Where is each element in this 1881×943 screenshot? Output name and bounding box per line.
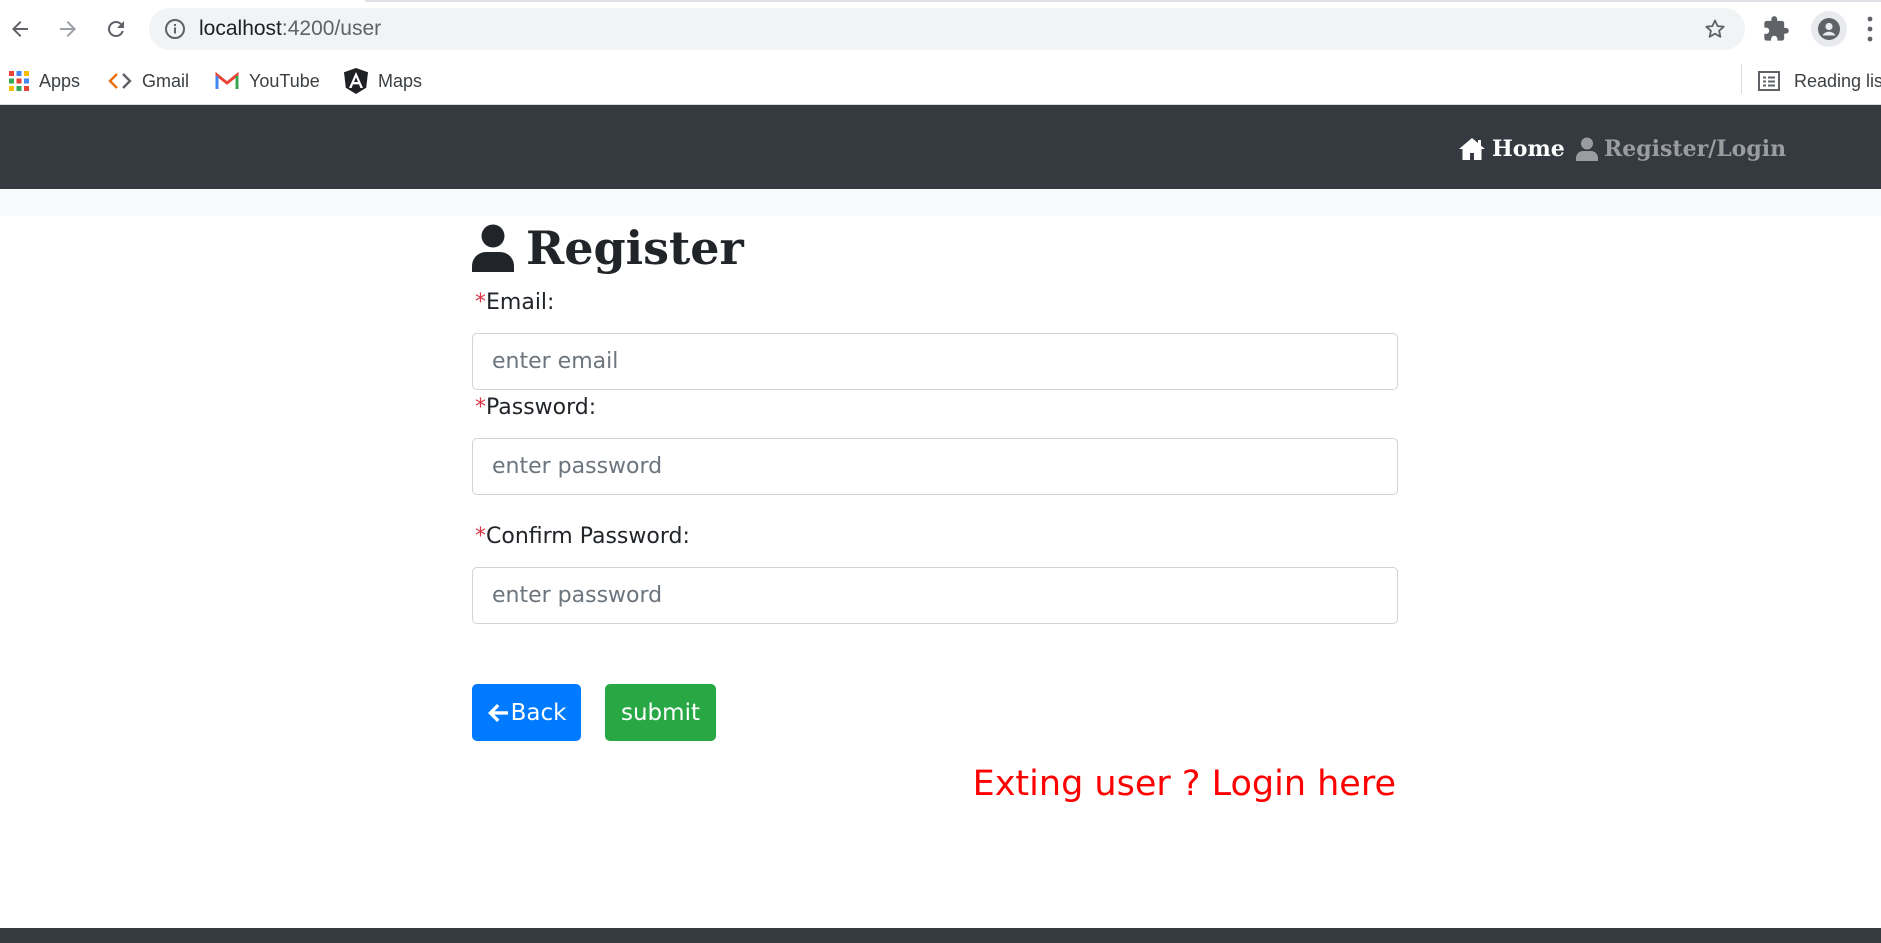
code-brackets-icon <box>108 73 132 89</box>
required-marker: * <box>475 524 486 549</box>
nav-home-link[interactable]: Home <box>1458 134 1565 164</box>
app-navbar: Home Register/Login <box>0 105 1881 189</box>
page-title-text: Register <box>526 221 744 275</box>
home-icon <box>1459 138 1485 160</box>
reading-list-label: Reading list <box>1794 70 1881 91</box>
bookmark-label: Gmail <box>142 70 190 91</box>
bookmark-star-icon[interactable] <box>1703 17 1727 41</box>
password-field[interactable] <box>472 438 1398 495</box>
bookmarks-divider <box>1741 64 1742 94</box>
bookmark-maps[interactable]: Maps <box>344 66 422 96</box>
url-text: localhost:4200/user <box>199 17 381 41</box>
content-top-strip <box>0 189 1881 216</box>
email-field[interactable] <box>472 333 1398 390</box>
nav-home-label: Home <box>1492 136 1565 162</box>
submit-button[interactable]: submit <box>605 684 716 741</box>
bookmark-youtube[interactable]: YouTube <box>215 66 320 96</box>
tab-strip-edge <box>365 0 1881 2</box>
arrow-left-icon <box>487 703 508 722</box>
back-button[interactable]: Back <box>472 684 581 741</box>
password-label: *Password: <box>475 395 596 420</box>
url-host: localhost <box>199 17 282 40</box>
page-title: Register <box>472 220 744 276</box>
confirm-password-field[interactable] <box>472 567 1398 624</box>
bookmark-label: YouTube <box>249 70 320 91</box>
angular-icon <box>344 68 368 94</box>
bookmark-gmail[interactable]: Gmail <box>108 66 189 96</box>
email-label: *Email: <box>475 290 554 315</box>
footer <box>0 928 1881 943</box>
reading-list-button[interactable]: Reading list <box>1758 66 1881 96</box>
confirm-password-label-text: Confirm Password: <box>486 524 690 549</box>
profile-avatar-icon[interactable] <box>1811 11 1847 47</box>
apps-grid-icon <box>9 71 29 91</box>
bookmarks-bar: Apps Gmail YouTube Maps Reading list <box>0 58 1881 105</box>
confirm-password-label: *Confirm Password: <box>475 524 690 549</box>
required-marker: * <box>475 395 486 420</box>
user-icon <box>472 224 514 272</box>
site-info-icon[interactable] <box>163 17 187 41</box>
forward-arrow-icon[interactable] <box>52 13 84 45</box>
back-button-label: Back <box>510 699 567 726</box>
url-path: :4200/user <box>281 17 382 40</box>
address-bar[interactable]: localhost:4200/user <box>149 8 1745 50</box>
required-marker: * <box>475 290 486 315</box>
bookmark-label: Apps <box>39 70 81 91</box>
back-arrow-icon[interactable] <box>4 13 36 45</box>
browser-toolbar: localhost:4200/user <box>0 0 1881 58</box>
nav-register-login-label: Register/Login <box>1604 136 1787 162</box>
bookmark-apps[interactable]: Apps <box>9 66 80 96</box>
extensions-puzzle-icon[interactable] <box>1762 15 1790 43</box>
bookmark-label: Maps <box>378 70 423 91</box>
reload-icon[interactable] <box>100 13 132 45</box>
nav-register-login-link[interactable]: Register/Login <box>1576 134 1786 164</box>
browser-menu-icon[interactable] <box>1865 14 1875 44</box>
user-icon <box>1576 137 1598 161</box>
gmail-m-icon <box>215 72 239 89</box>
login-here-link[interactable]: Exting user ? Login here <box>973 764 1396 804</box>
reading-list-icon <box>1758 71 1780 91</box>
password-label-text: Password: <box>486 395 597 420</box>
email-label-text: Email: <box>486 290 555 315</box>
